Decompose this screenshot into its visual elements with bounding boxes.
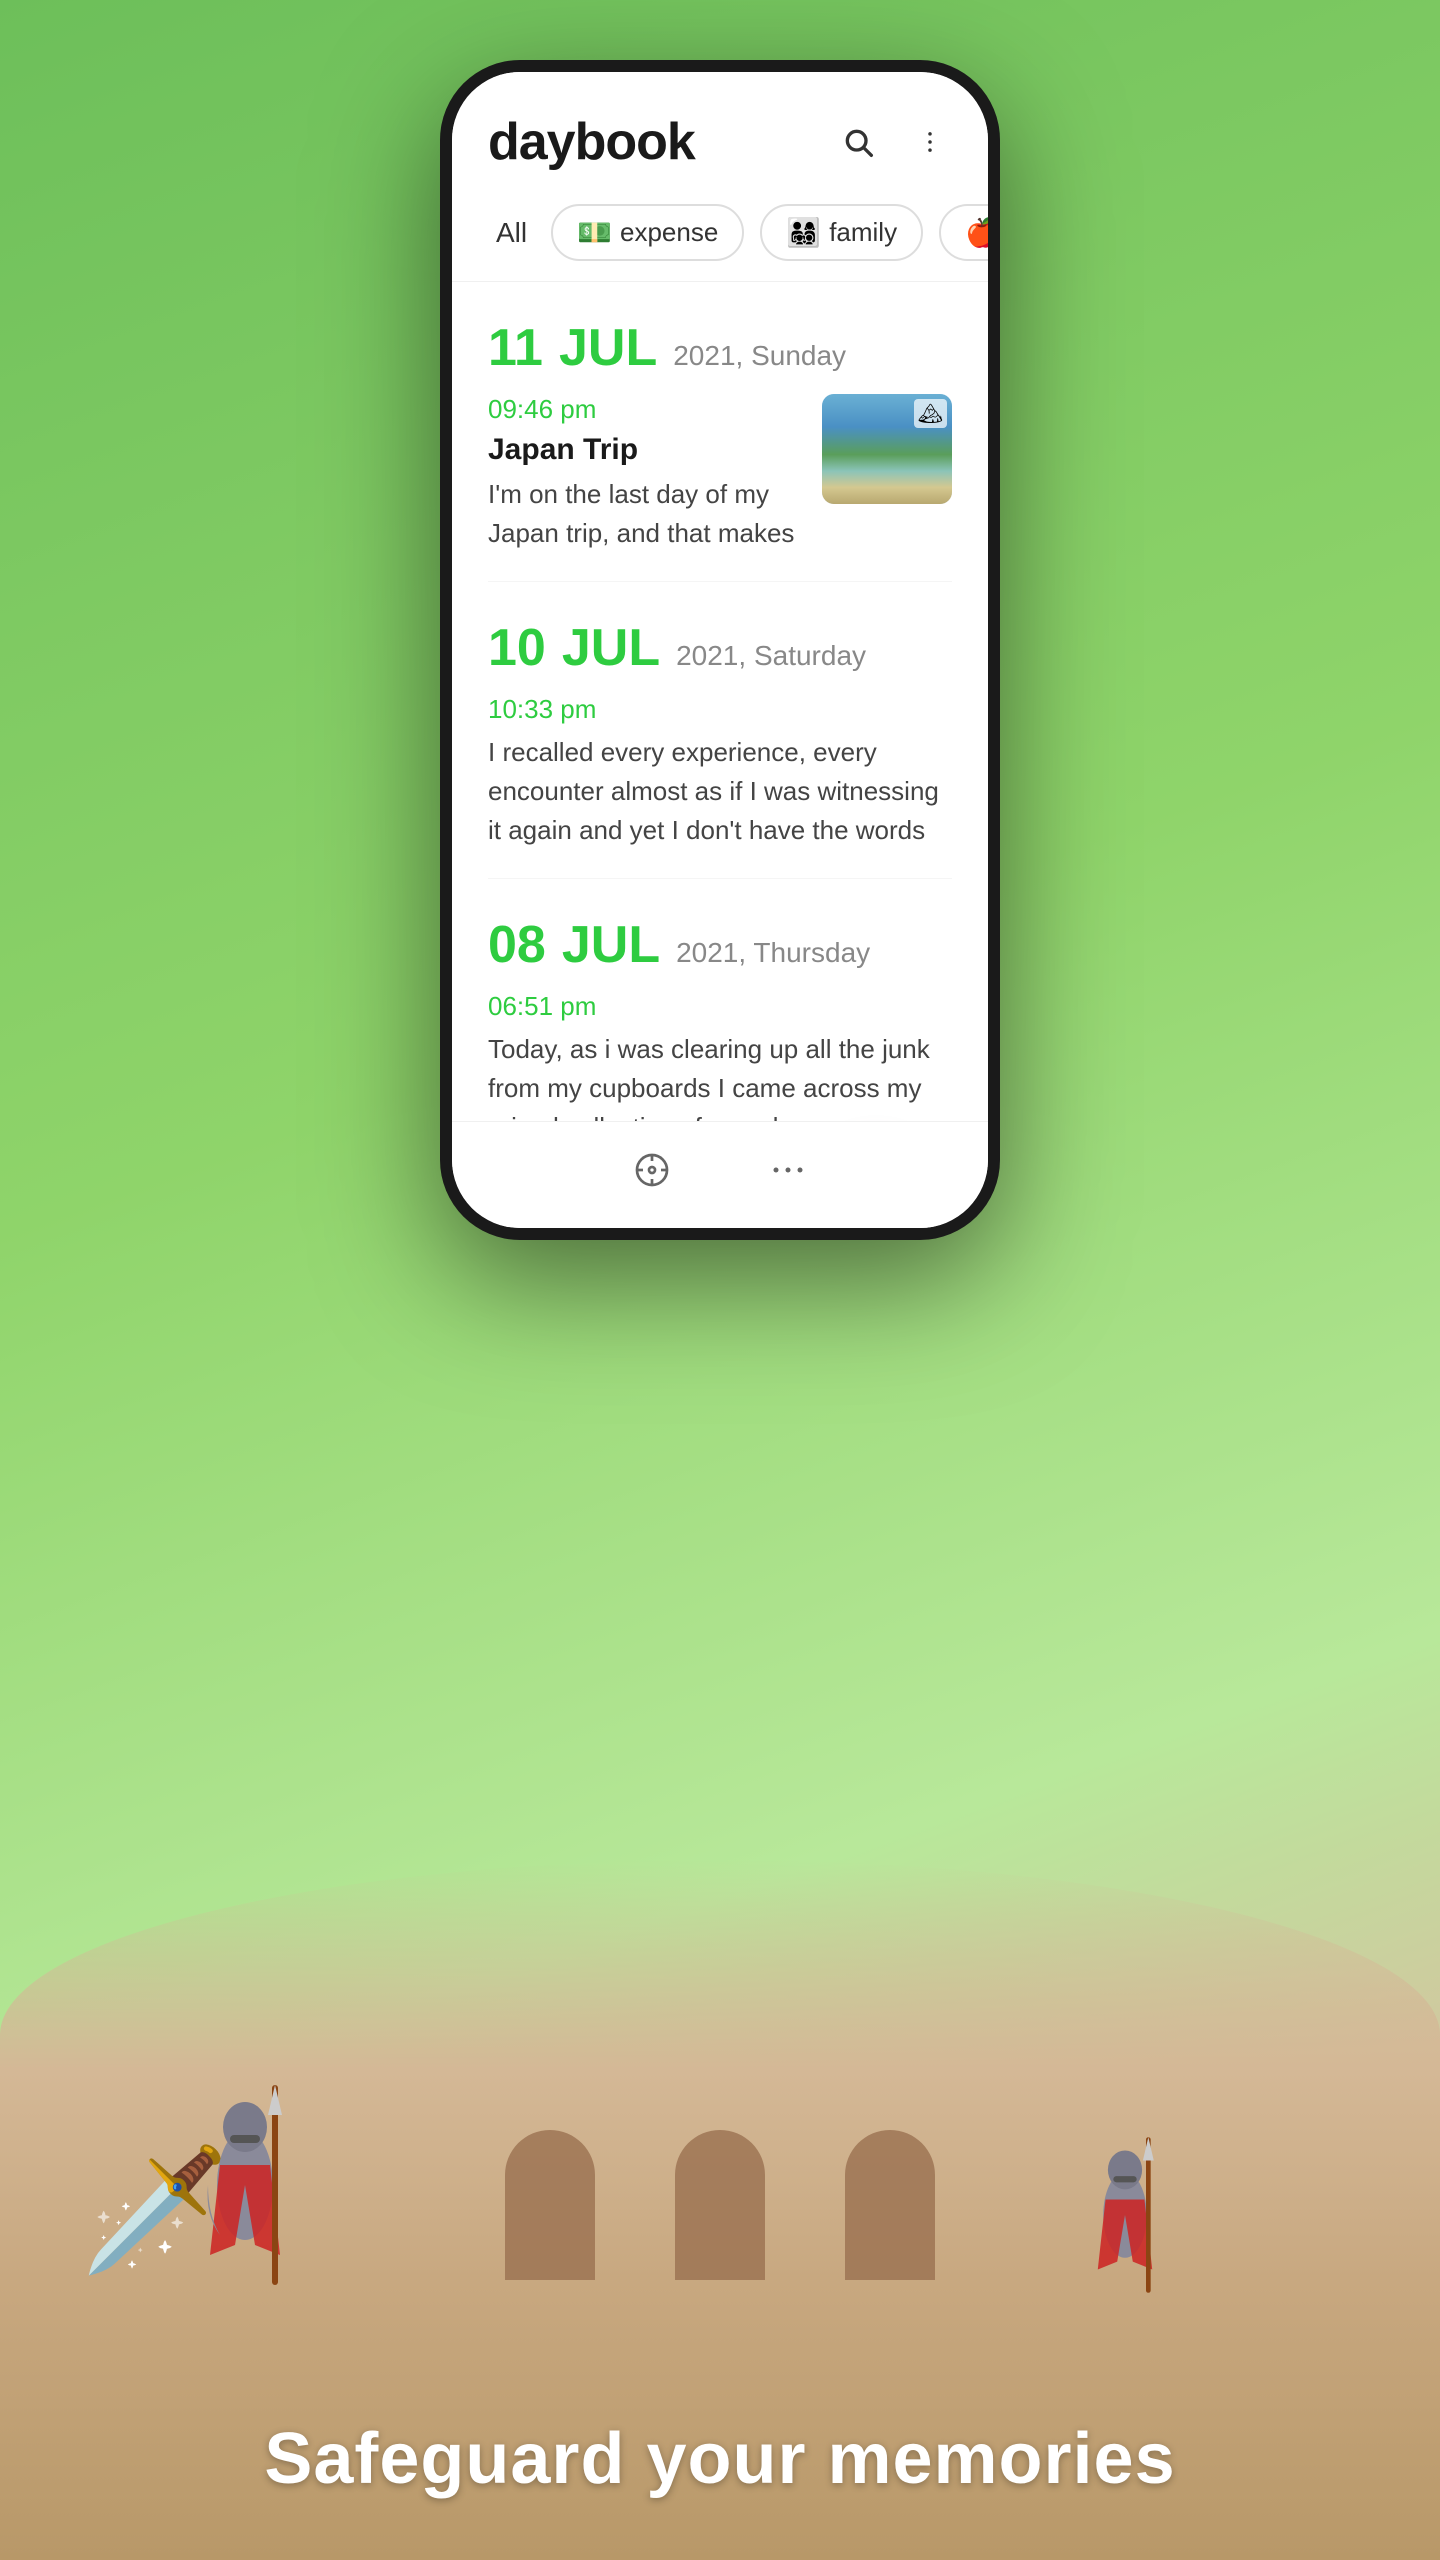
tag-chip-food[interactable]: 🍎 food: [939, 204, 988, 261]
date-header-11jul: 11 JUL 2021, Sunday: [488, 318, 952, 378]
date-yearsday-3: 2021, Thursday: [676, 937, 870, 969]
entry-card-1[interactable]: 09:46 pm Japan Trip I'm on the last day …: [488, 394, 952, 582]
entry-content-2: 10:33 pm I recalled every experience, ev…: [488, 694, 952, 850]
more-menu-icon[interactable]: [908, 120, 952, 164]
bottom-nav: [452, 1121, 988, 1228]
phone-frame: daybook All: [440, 60, 1000, 1240]
more-nav-item[interactable]: [760, 1142, 816, 1198]
tag-all[interactable]: All: [488, 217, 535, 249]
entry-time-3: 06:51 pm: [488, 991, 952, 1022]
food-emoji: 🍎: [965, 216, 988, 249]
family-label: family: [829, 217, 897, 248]
landscape-photo: [822, 394, 952, 504]
castle-arches: [505, 2130, 935, 2280]
date-day-10: 10: [488, 618, 546, 678]
knight-2: [200, 2085, 290, 2290]
phone-screen: daybook All: [452, 72, 988, 1228]
entry-card-3[interactable]: 06:51 pm Today, as i was clearing up all…: [488, 991, 952, 1121]
entry-text-1: I'm on the last day of my Japan trip, an…: [488, 475, 806, 553]
entry-image-1: [822, 394, 952, 504]
date-day-11: 11: [488, 318, 543, 378]
entry-content-1: 09:46 pm Japan Trip I'm on the last day …: [488, 394, 806, 553]
date-section-11jul: 11 JUL 2021, Sunday 09:46 pm Japan Trip …: [488, 318, 952, 582]
knight-1: 🗡️: [80, 2150, 229, 2270]
app-logo: daybook: [488, 112, 695, 172]
entry-time-2: 10:33 pm: [488, 694, 952, 725]
header-icons: [836, 120, 952, 164]
expense-emoji: 💵: [577, 216, 612, 249]
compass-nav-item[interactable]: [624, 1142, 680, 1198]
tag-chip-family[interactable]: 👨‍👩‍👧‍👦 family: [760, 204, 923, 261]
date-day-08: 08: [488, 915, 546, 975]
app-header: daybook: [452, 72, 988, 192]
entry-text-3: Today, as i was clearing up all the junk…: [488, 1030, 952, 1121]
date-header-08jul: 08 JUL 2021, Thursday: [488, 915, 952, 975]
entry-content-3: 06:51 pm Today, as i was clearing up all…: [488, 991, 952, 1121]
bottom-tagline: Safeguard your memories: [0, 2418, 1440, 2500]
date-yearsday-2: 2021, Saturday: [676, 640, 866, 672]
entries-list: 11 JUL 2021, Sunday 09:46 pm Japan Trip …: [452, 282, 988, 1121]
entry-text-2: I recalled every experience, every encou…: [488, 733, 952, 850]
date-header-10jul: 10 JUL 2021, Saturday: [488, 618, 952, 678]
entry-card-2[interactable]: 10:33 pm I recalled every experience, ev…: [488, 694, 952, 879]
search-icon[interactable]: [836, 120, 880, 164]
family-emoji: 👨‍👩‍👧‍👦: [786, 216, 821, 249]
date-yearsday-1: 2021, Sunday: [673, 340, 846, 372]
entry-title-1: Japan Trip: [488, 433, 806, 467]
knight-3: [1090, 2135, 1160, 2300]
date-section-08jul: 08 JUL 2021, Thursday 06:51 pm Today, as…: [488, 915, 952, 1121]
tag-chip-expense[interactable]: 💵 expense: [551, 204, 744, 261]
tags-row: All 💵 expense 👨‍👩‍👧‍👦 family 🍎 food: [452, 192, 988, 282]
date-month-jul-3: JUL: [562, 915, 660, 975]
date-month-jul-2: JUL: [562, 618, 660, 678]
entry-time-1: 09:46 pm: [488, 394, 806, 425]
date-section-10jul: 10 JUL 2021, Saturday 10:33 pm I recalle…: [488, 618, 952, 879]
date-month-jul-1: JUL: [559, 318, 657, 378]
expense-label: expense: [620, 217, 718, 248]
